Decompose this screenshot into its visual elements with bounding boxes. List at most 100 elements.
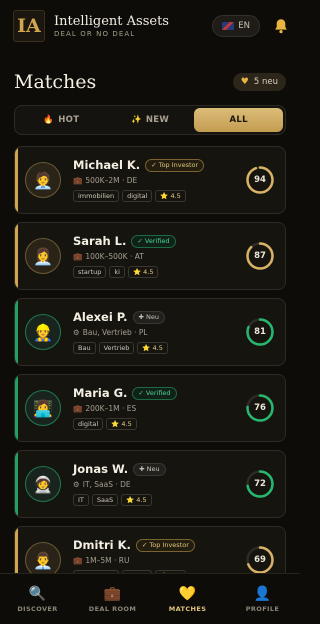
nav-label: PROFILE: [245, 604, 280, 613]
language-label: EN: [238, 21, 250, 31]
tag-chip: startup: [73, 266, 107, 278]
avatar[interactable]: 👷: [25, 314, 61, 350]
match-score-ring: 87: [245, 241, 275, 271]
app-name: Intelligent Assets: [54, 13, 169, 29]
match-score: 72: [254, 479, 266, 489]
nav-label: DEAL ROOM: [88, 604, 137, 613]
status-badge: ✓ Verified: [132, 386, 177, 400]
match-score-ring: 72: [245, 469, 275, 499]
heart-icon: 💛: [178, 585, 197, 602]
match-score: 87: [254, 251, 266, 261]
status-badge: ✚ Neu: [133, 462, 166, 476]
nav-deal-room[interactable]: 💼 DEAL ROOM: [75, 574, 150, 624]
bell-icon[interactable]: [272, 17, 290, 35]
tag-list: immobiliendigital⭐ 4.5: [73, 190, 245, 202]
match-score: 76: [254, 403, 266, 413]
match-card[interactable]: 👨‍💼Dmitri K.✓ Top Investor💼1M–5M · RUimm…: [14, 526, 286, 573]
new-count: 5 neu: [253, 77, 278, 87]
tag-list: Bau Vertrieb ⭐ 4.5: [73, 342, 245, 354]
match-list[interactable]: 🧑‍💼 Michael K. ✓ Top Investor 💼 500K–2M · DE…: [14, 146, 286, 573]
meta-text: 500K–2M · DE: [85, 176, 138, 185]
avatar[interactable]: 👩‍💻: [25, 390, 61, 426]
avatar-emoji: 👨‍💼: [33, 550, 53, 570]
match-name: Jonas W.: [73, 462, 129, 476]
logo-mark: IA: [17, 15, 41, 37]
logo[interactable]: IA: [13, 10, 45, 42]
new-matches-badge: ♥ 5 neu: [232, 73, 286, 91]
avatar[interactable]: 🧑‍🚀: [25, 466, 61, 502]
tag-list: digital ⭐ 4.5: [73, 418, 245, 430]
match-info: Michael K. ✓ Top Investor 💼 500K–2M · DE imm…: [73, 158, 245, 202]
match-info: Alexei P. ✚ Neu ⚙ Bau, Vertrieb · PL Bau Vert…: [73, 310, 245, 354]
tab-hot[interactable]: 🔥 HOT: [17, 108, 106, 132]
nav-profile[interactable]: 👤 PROFILE: [225, 574, 300, 624]
match-card[interactable]: 👩‍💼 Sarah L. ✓ Verified 💼 100K–500K · AT star…: [14, 222, 286, 290]
meta-text: 1M–5M · RU: [85, 556, 130, 565]
match-info: Maria G. ✓ Verified 💼 200K–1M · ES digital ⭐ …: [73, 386, 245, 430]
meta-text: IT, SaaS · DE: [82, 480, 131, 489]
avatar-emoji: 👷: [33, 322, 53, 342]
name-row: Jonas W. ✚ Neu: [73, 462, 245, 476]
card-accent-bar: [15, 451, 18, 517]
match-card[interactable]: 🧑‍💼 Michael K. ✓ Top Investor 💼 500K–2M · DE…: [14, 146, 286, 214]
name-row: Dmitri K. ✓ Top Investor: [73, 538, 245, 552]
tag-chip: SaaS: [91, 494, 119, 506]
status-badge: ✓ Top Investor: [145, 158, 205, 172]
tab-all[interactable]: ALL: [194, 108, 284, 132]
page-title: Matches: [14, 71, 97, 93]
meta-icon: 💼: [73, 176, 83, 185]
filter-tabs: 🔥 HOT ✨ NEW ALL: [14, 105, 286, 135]
tag-chip: ki: [109, 266, 125, 278]
uk-flag-icon: [222, 22, 235, 30]
heart-icon: ♥: [240, 77, 249, 87]
status-badge: ✓ Top Investor: [135, 538, 195, 552]
rating-chip: ⭐ 4.5: [121, 494, 152, 506]
card-accent-bar: [15, 375, 18, 441]
match-info: Jonas W. ✚ Neu ⚙ IT, SaaS · DE IT SaaS ⭐ 4.5: [73, 462, 245, 506]
sparkles-icon: ✨: [130, 115, 142, 125]
match-score-ring: 94: [245, 165, 275, 195]
match-meta: 💼 500K–2M · DE: [73, 176, 245, 185]
match-name: Dmitri K.: [73, 538, 131, 552]
card-accent-bar: [15, 299, 18, 365]
match-score: 94: [254, 175, 266, 185]
tag-chip: Bau: [73, 342, 96, 354]
meta-text: 100K–500K · AT: [85, 252, 144, 261]
nav-label: MATCHES: [168, 604, 207, 613]
brand: Intelligent Assets DEAL OR NO DEAL: [54, 14, 212, 39]
meta-icon: 💼: [73, 556, 83, 565]
meta-icon: ⚙: [73, 328, 80, 337]
profile-icon: 👤: [253, 585, 272, 602]
nav-label: DISCOVER: [17, 604, 58, 613]
match-card[interactable]: 👩‍💻 Maria G. ✓ Verified 💼 200K–1M · ES digita…: [14, 374, 286, 442]
tag-chip: Vertrieb: [98, 342, 135, 354]
name-row: Alexei P. ✚ Neu: [73, 310, 245, 324]
nav-discover[interactable]: 🔍 DISCOVER: [0, 574, 75, 624]
app-header: IA Intelligent Assets DEAL OR NO DEAL EN: [0, 0, 300, 52]
match-score-ring: 69: [245, 545, 275, 573]
tab-label: HOT: [58, 115, 80, 125]
tag-chip: immobilien: [73, 190, 120, 202]
rating-chip: ⭐ 4.5: [137, 342, 168, 354]
rating-chip: ⭐ 4.5: [106, 418, 137, 430]
match-meta: 💼 200K–1M · ES: [73, 404, 245, 413]
avatar[interactable]: 👨‍💼: [25, 542, 61, 573]
match-name: Sarah L.: [73, 234, 127, 248]
tab-label: ALL: [229, 115, 248, 125]
match-name: Maria G.: [73, 386, 128, 400]
meta-icon: ⚙: [73, 480, 80, 489]
match-info: Dmitri K.✓ Top Investor💼1M–5M · RUimmobi…: [73, 538, 245, 573]
avatar[interactable]: 🧑‍💼: [25, 162, 61, 198]
name-row: Michael K. ✓ Top Investor: [73, 158, 245, 172]
tab-new[interactable]: ✨ NEW: [106, 108, 195, 132]
avatar[interactable]: 👩‍💼: [25, 238, 61, 274]
tag-chip: digital: [73, 418, 104, 430]
name-row: Sarah L. ✓ Verified: [73, 234, 245, 248]
tab-label: NEW: [145, 115, 170, 125]
match-score-ring: 76: [245, 393, 275, 423]
language-switcher[interactable]: EN: [212, 15, 260, 37]
match-card[interactable]: 🧑‍🚀 Jonas W. ✚ Neu ⚙ IT, SaaS · DE IT SaaS ⭐ 4.…: [14, 450, 286, 518]
nav-matches[interactable]: 💛 MATCHES: [150, 574, 225, 624]
match-meta: 💼 1M–5M · RU: [73, 556, 245, 565]
match-card[interactable]: 👷 Alexei P. ✚ Neu ⚙ Bau, Vertrieb · PL Bau Ver…: [14, 298, 286, 366]
